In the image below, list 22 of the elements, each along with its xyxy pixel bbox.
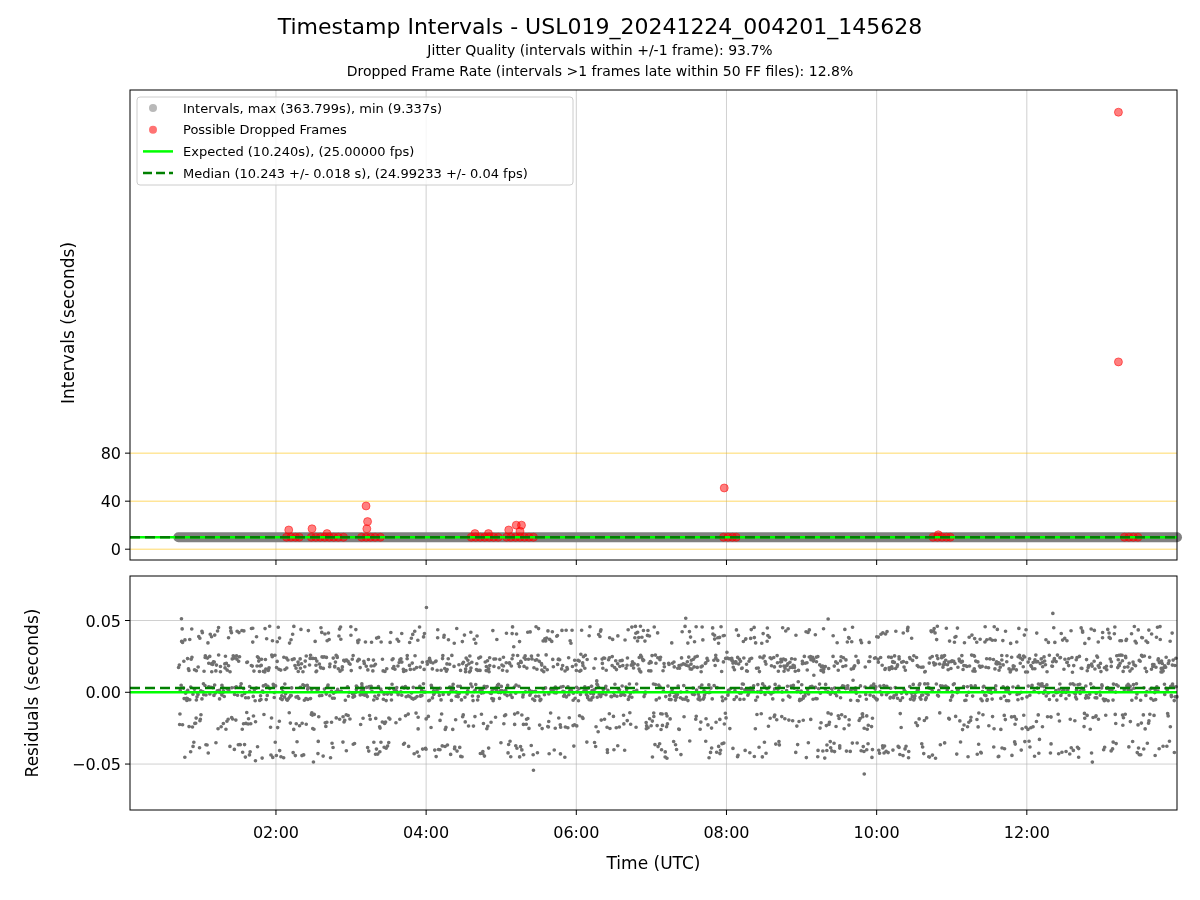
y-tick-label: 40 <box>100 492 121 512</box>
x-axis-label: Time (UTC) <box>606 853 701 873</box>
legend-label: Expected (10.240s), (25.00000 fps) <box>183 143 415 159</box>
x-tick-label: 12:00 <box>1003 823 1050 842</box>
y-tick-label: 0 <box>110 540 121 560</box>
x-tick-label: 06:00 <box>553 823 600 842</box>
y-tick-label: −0.05 <box>71 755 121 775</box>
y-axis-label: Intervals (seconds) <box>58 241 78 405</box>
x-tick-label: 08:00 <box>703 823 750 842</box>
legend-label: Intervals, max (363.799s), min (9.337s) <box>183 100 442 116</box>
chart-title: Timestamp Intervals - USL019_20241224_004201_145628 <box>277 14 923 40</box>
y-axis-label: Residuals (seconds) <box>22 608 42 778</box>
y-tick-label: 0.00 <box>85 683 121 703</box>
chart-subtitle: Dropped Frame Rate (intervals >1 frames late within 50 FF files): 12.8% <box>346 62 854 81</box>
legend-label: Possible Dropped Frames <box>183 122 347 138</box>
x-tick-label: 10:00 <box>853 823 900 842</box>
y-tick-label: 0.05 <box>85 611 121 631</box>
chart-subtitle: Jitter Quality (intervals within +/-1 frame): 93.7% <box>427 41 773 60</box>
x-tick-label: 04:00 <box>403 823 450 842</box>
x-tick-label: 02:00 <box>252 823 299 842</box>
legend-label: Median (10.243 +/- 0.018 s), (24.99233 +/- 0.04 fps) <box>183 165 528 181</box>
y-tick-label: 80 <box>100 444 121 464</box>
